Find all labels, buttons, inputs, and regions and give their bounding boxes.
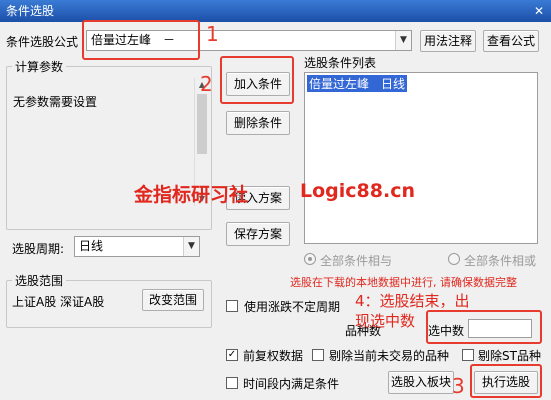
exclude-untraded-label: 剔除当前未交易的品种 — [329, 349, 450, 363]
dialog-body: 条件选股公式 倍量过左峰 － ▼ 用法注释 查看公式 计算参数 无参数需要设置 … — [0, 20, 551, 400]
period-select[interactable]: 日线 ▼ — [74, 236, 200, 257]
view-formula-button[interactable]: 查看公式 — [483, 30, 539, 52]
annotation-box-4 — [426, 310, 542, 344]
exclude-st-label: 剔除ST品种 — [478, 349, 541, 363]
params-title: 计算参数 — [12, 58, 67, 75]
use-limit-label: 使用涨跌不定周期 — [244, 300, 341, 314]
use-limit-checkbox[interactable] — [226, 300, 238, 312]
annotation-step4-line2: 现选中数 — [355, 312, 416, 330]
annotation-box-1 — [82, 20, 200, 60]
annotation-step4-line1: 4：选股结束，出 — [355, 292, 470, 310]
change-range-button[interactable]: 改变范围 — [142, 289, 204, 311]
to-block-button[interactable]: 选股入板块 — [388, 371, 454, 394]
annotation-box-2 — [220, 56, 294, 104]
exclude-st-checkbox[interactable] — [462, 349, 474, 361]
chevron-down-icon[interactable]: ▼ — [183, 237, 199, 256]
or-radio-label: 全部条件相或 — [464, 254, 537, 268]
conditions-title: 选股条件列表 — [304, 56, 377, 70]
time-range-checkbox[interactable] — [226, 377, 238, 389]
condition-item[interactable]: 倍量过左峰 日线 — [307, 75, 408, 92]
annotation-number-3: 3 — [452, 374, 465, 398]
watermark-site: Logic88.cn — [300, 180, 415, 202]
annotation-number-2: 2 — [200, 72, 213, 96]
scroll-thumb[interactable] — [197, 94, 207, 154]
conditions-list[interactable]: 倍量过左峰 日线 — [304, 72, 538, 244]
and-radio-label: 全部条件相与 — [320, 254, 393, 268]
formula-label: 条件选股公式 — [6, 35, 79, 49]
annotation-number-1: 1 — [206, 22, 219, 46]
close-icon[interactable]: ✕ — [531, 3, 547, 19]
and-radio[interactable] — [304, 253, 316, 265]
save-plan-button[interactable]: 保存方案 — [226, 222, 290, 246]
period-value: 日线 — [79, 239, 104, 253]
range-title: 选股范围 — [12, 272, 67, 289]
notice-text: 选股在下载的本地数据中进行, 请确保数据完整 — [290, 276, 517, 289]
time-range-label: 时间段内满足条件 — [243, 377, 340, 391]
usage-button[interactable]: 用法注释 — [420, 30, 476, 52]
annotation-box-3 — [470, 364, 542, 398]
title-bar: 条件选股 ✕ — [0, 0, 551, 22]
window-title: 条件选股 — [6, 4, 55, 18]
chevron-down-icon[interactable]: ▼ — [395, 31, 411, 50]
params-none-text: 无参数需要设置 — [13, 95, 98, 109]
watermark-brand: 金指标研习社 — [134, 184, 249, 206]
forward-adjust-label: 前复权数据 — [243, 349, 304, 363]
range-value: 上证A股 深证A股 — [12, 295, 105, 309]
delete-condition-button[interactable]: 删除条件 — [226, 111, 290, 135]
period-label: 选股周期: — [12, 242, 65, 256]
forward-adjust-checkbox[interactable]: ✓ — [226, 349, 238, 361]
or-radio[interactable] — [448, 253, 460, 265]
exclude-untraded-checkbox[interactable] — [312, 349, 324, 361]
